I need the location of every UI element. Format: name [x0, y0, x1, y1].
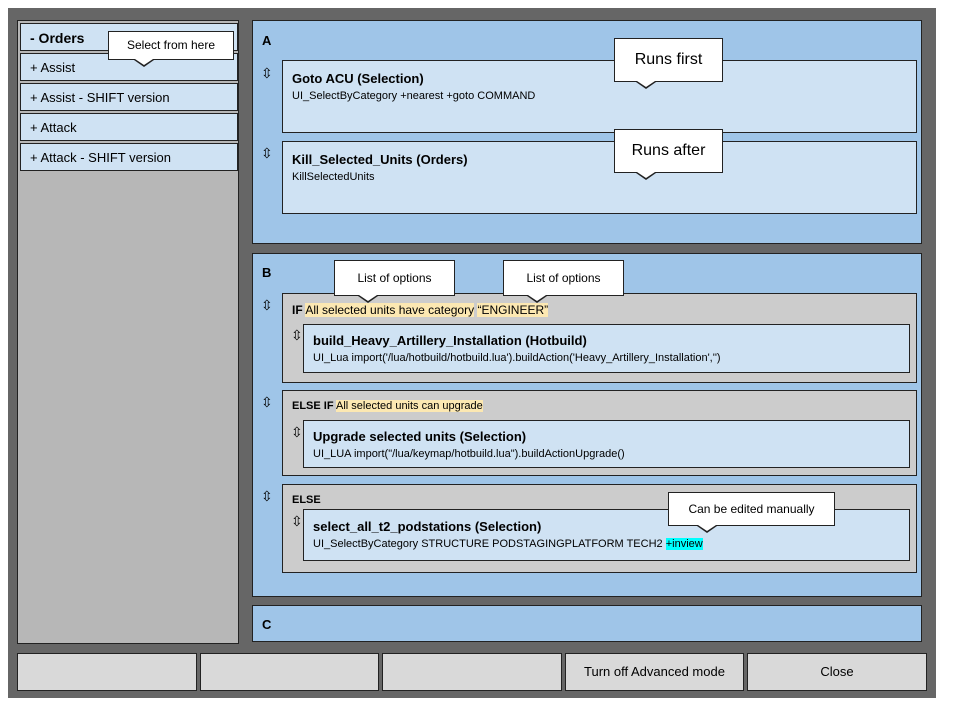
bottom-button-1[interactable]	[17, 653, 197, 691]
close-button[interactable]: Close	[747, 653, 927, 691]
callout-tail	[359, 295, 377, 301]
else-keyword: ELSE	[292, 494, 321, 506]
entry-upgrade-selected-units[interactable]: Upgrade selected units (Selection) UI_LU…	[303, 420, 910, 468]
callout-list-of-options-value: List of options	[503, 260, 624, 296]
callout-tail	[698, 525, 716, 531]
if-condition: IF All selected units have category “ENG…	[292, 303, 549, 317]
entry-kill-selected-units[interactable]: Kill_Selected_Units (Orders) KillSelecte…	[282, 141, 917, 214]
callout-runs-first: Runs first	[614, 38, 723, 82]
callout-tail	[637, 81, 655, 87]
entry-title: Goto ACU (Selection)	[292, 71, 424, 86]
entry-command: KillSelectedUnits	[292, 171, 375, 183]
drag-handle-icon[interactable]: ⇳	[261, 395, 273, 409]
entry-command: UI_LUA import("/lua/keymap/hotbuild.lua"…	[313, 448, 625, 460]
else-if-keyword: ELSE IF	[292, 400, 334, 412]
bottom-button-3[interactable]	[382, 653, 562, 691]
entry-command: UI_SelectByCategory STRUCTURE PODSTAGING…	[313, 537, 900, 551]
drag-handle-icon[interactable]: ⇳	[261, 489, 273, 503]
drag-handle-icon[interactable]: ⇳	[291, 425, 303, 439]
menu-item-assist-shift[interactable]: + Assist - SHIFT version	[20, 83, 238, 111]
entry-command: UI_Lua import('/lua/hotbuild/hotbuild.lu…	[313, 352, 721, 364]
entry-build-heavy-artillery[interactable]: build_Heavy_Artillery_Installation (Hotb…	[303, 324, 910, 373]
bottom-button-2[interactable]	[200, 653, 379, 691]
turn-off-advanced-mode-button[interactable]: Turn off Advanced mode	[565, 653, 744, 691]
callout-can-be-edited-manually: Can be edited manually	[668, 492, 835, 526]
section-a-label: A	[262, 33, 272, 48]
orders-panel: - Orders + Assist + Assist - SHIFT versi…	[17, 20, 239, 644]
callout-runs-after: Runs after	[614, 129, 723, 173]
callout-list-of-options-condition: List of options	[334, 260, 455, 296]
if-keyword: IF	[292, 303, 303, 317]
if-condition-value[interactable]: “ENGINEER”	[477, 303, 549, 317]
entry-title: Upgrade selected units (Selection)	[313, 429, 527, 444]
entry-command-text: UI_SelectByCategory STRUCTURE PODSTAGING…	[313, 538, 663, 550]
else-if-condition: ELSE IF All selected units can upgrade	[292, 400, 483, 412]
callout-tail	[135, 59, 153, 65]
drag-handle-icon[interactable]: ⇳	[261, 66, 273, 80]
menu-item-attack-shift[interactable]: + Attack - SHIFT version	[20, 143, 238, 171]
if-condition-text[interactable]: All selected units have category	[305, 303, 475, 317]
drag-handle-icon[interactable]: ⇳	[261, 298, 273, 312]
callout-tail	[637, 172, 655, 178]
else-condition: ELSE	[292, 494, 321, 506]
else-if-condition-text[interactable]: All selected units can upgrade	[336, 400, 483, 412]
callout-tail	[528, 295, 546, 301]
menu-item-attack[interactable]: + Attack	[20, 113, 238, 141]
section-b-label: B	[262, 265, 272, 280]
section-c: C	[252, 605, 922, 642]
entry-title: build_Heavy_Artillery_Installation (Hotb…	[313, 333, 587, 348]
drag-handle-icon[interactable]: ⇳	[291, 514, 303, 528]
entry-goto-acu[interactable]: Goto ACU (Selection) UI_SelectByCategory…	[282, 60, 917, 133]
callout-select-from-here: Select from here	[108, 31, 234, 60]
drag-handle-icon[interactable]: ⇳	[261, 146, 273, 160]
entry-command: UI_SelectByCategory +nearest +goto COMMA…	[292, 90, 536, 102]
section-c-label: C	[262, 617, 272, 632]
entry-command-highlight[interactable]: +inview	[665, 538, 703, 550]
drag-handle-icon[interactable]: ⇳	[291, 328, 303, 342]
entry-title: Kill_Selected_Units (Orders)	[292, 152, 468, 167]
